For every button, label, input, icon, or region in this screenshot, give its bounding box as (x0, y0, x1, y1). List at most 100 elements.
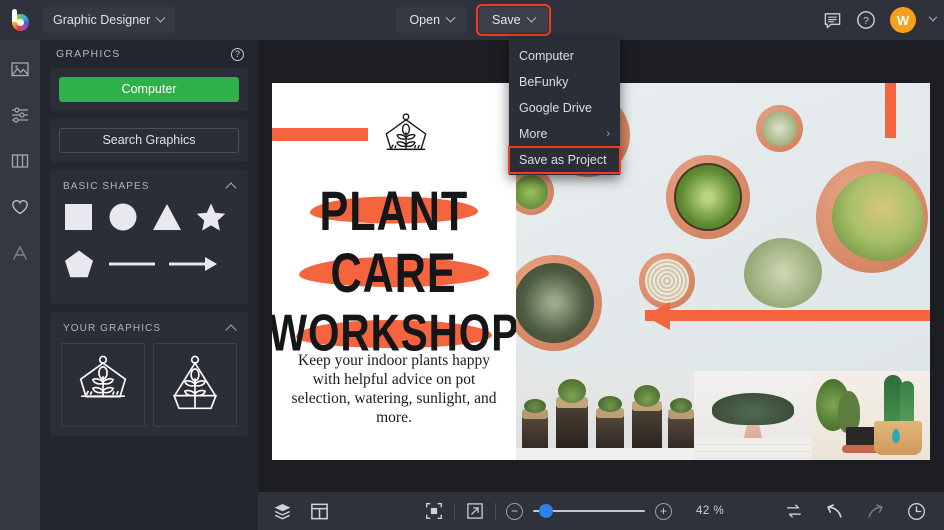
feedback-chat-icon[interactable] (823, 11, 842, 30)
search-card: Search Graphics (50, 119, 248, 162)
panel-title: GRAPHICS (56, 48, 120, 60)
basic-shapes-row-1 (59, 201, 239, 248)
replace-icon[interactable] (784, 501, 804, 521)
shape-arrow[interactable] (169, 248, 219, 285)
befunky-graphic-designer-app: Graphic Designer Open Save (0, 0, 944, 530)
your-graphics-section: YOUR GRAPHICS (50, 312, 248, 436)
tool-rail (0, 40, 40, 530)
poster-text-panel[interactable]: PLANT CARE WORKSHOP Keep your indoor pla… (272, 83, 516, 460)
shape-star[interactable] (195, 201, 227, 238)
logo-hole (17, 19, 24, 26)
top-bar-right-actions: ? W (823, 0, 936, 40)
panel-header: GRAPHICS ? (40, 40, 258, 68)
menu-item-label: Computer (519, 49, 574, 63)
open-button-label: Open (409, 13, 440, 27)
upload-card: Computer (50, 68, 248, 111)
menu-item-computer[interactable]: Computer (509, 43, 620, 69)
orange-accent-bar (272, 128, 368, 141)
orange-arrow-line (645, 310, 930, 321)
shape-triangle[interactable] (151, 201, 183, 238)
bottom-bar-right (784, 501, 944, 522)
basic-shapes-header: BASIC SHAPES (59, 179, 239, 201)
chevron-up-icon[interactable] (225, 182, 236, 193)
logo-stem (12, 9, 17, 22)
submenu-arrow-icon: › (606, 128, 610, 140)
zoom-slider-handle[interactable] (539, 504, 553, 518)
menu-item-google-drive[interactable]: Google Drive (509, 95, 620, 121)
redo-icon[interactable] (865, 501, 886, 522)
top-bar: Graphic Designer Open Save (0, 0, 944, 40)
orange-arrow-head (645, 302, 670, 330)
project-name-label: Graphic Designer (53, 13, 150, 27)
befunky-logo[interactable] (0, 0, 40, 40)
poster-plant-logo (376, 110, 436, 170)
fit-to-screen-icon[interactable] (424, 501, 444, 521)
menu-item-label: BeFunky (519, 75, 568, 89)
menu-item-label: Google Drive (519, 101, 592, 115)
shape-line[interactable] (107, 248, 157, 285)
menu-item-label: More (519, 127, 547, 141)
photo-strip (516, 371, 930, 460)
user-avatar[interactable]: W (890, 7, 916, 33)
image-icon[interactable] (7, 56, 33, 82)
zoom-slider[interactable] (533, 504, 645, 518)
svg-text:?: ? (863, 15, 869, 27)
divider (495, 503, 496, 520)
templates-columns-icon[interactable] (7, 148, 33, 174)
eucalyptus-vase-photo[interactable] (694, 371, 812, 460)
save-dropdown-menu: Computer BeFunky Google Drive More › Sav… (509, 38, 620, 175)
chevron-down-icon (156, 12, 166, 22)
template-icon[interactable] (309, 501, 330, 522)
expand-icon[interactable] (465, 501, 485, 521)
search-graphics-button[interactable]: Search Graphics (59, 128, 239, 153)
chevron-up-icon[interactable] (225, 324, 236, 335)
project-name-button[interactable]: Graphic Designer (42, 7, 175, 33)
your-graphics-grid (59, 343, 239, 427)
text-icon[interactable] (7, 240, 33, 266)
poster-title-text: CARE (331, 240, 457, 305)
shape-pentagon[interactable] (63, 248, 95, 285)
graphics-panel: GRAPHICS ? Computer Search Graphics BASI… (40, 40, 258, 530)
potted-plants-shelf-photo[interactable] (812, 371, 930, 460)
menu-item-save-as-project[interactable]: Save as Project (509, 147, 620, 173)
open-button[interactable]: Open (396, 7, 467, 33)
menu-item-label: Save as Project (519, 153, 607, 167)
history-clock-icon[interactable] (906, 501, 927, 522)
menu-item-befunky[interactable]: BeFunky (509, 69, 620, 95)
avatar-initial: W (897, 13, 909, 28)
your-graphics-title: YOUR GRAPHICS (63, 323, 161, 334)
computer-upload-button[interactable]: Computer (59, 77, 239, 102)
basic-shapes-title: BASIC SHAPES (63, 181, 150, 192)
chevron-down-icon (446, 12, 456, 22)
poster-body-text: Keep your indoor plants happy with helpf… (286, 351, 502, 427)
orange-vertical-bar (885, 83, 896, 138)
graphic-item-plant-pentagon-logo[interactable] (61, 343, 145, 427)
shape-square[interactable] (63, 201, 95, 238)
poster-title-line-2: CARE (272, 241, 516, 303)
graphic-item-plant-trapezoid-logo[interactable] (153, 343, 237, 427)
poster-title-text: PLANT (320, 178, 469, 243)
basic-shapes-row-2 (59, 248, 239, 295)
layers-icon[interactable] (272, 501, 293, 522)
adjust-sliders-icon[interactable] (7, 102, 33, 128)
menu-item-more[interactable]: More › (509, 121, 620, 147)
save-button[interactable]: Save (479, 7, 548, 33)
save-button-label: Save (492, 13, 521, 27)
poster-title-block: PLANT CARE WORKSHOP (272, 179, 516, 365)
zoom-in-button[interactable]: + (655, 503, 672, 520)
zoom-out-button[interactable]: − (506, 503, 523, 520)
account-chevron-down-icon[interactable] (929, 13, 937, 21)
succulent-jars-photo[interactable] (516, 371, 694, 460)
chevron-down-icon (526, 12, 536, 22)
zoom-controls: − + 42 % (424, 501, 724, 521)
poster-title-line-1: PLANT (272, 179, 516, 241)
undo-icon[interactable] (824, 501, 845, 522)
panel-help-icon[interactable]: ? (231, 48, 244, 61)
zoom-level-label: 42 % (696, 505, 724, 517)
bottom-bar-left (258, 501, 330, 522)
shape-circle[interactable] (107, 201, 139, 238)
basic-shapes-section: BASIC SHAPES (50, 170, 248, 304)
help-question-icon[interactable]: ? (856, 10, 876, 30)
graphics-heart-icon[interactable] (7, 194, 33, 220)
divider (454, 503, 455, 520)
